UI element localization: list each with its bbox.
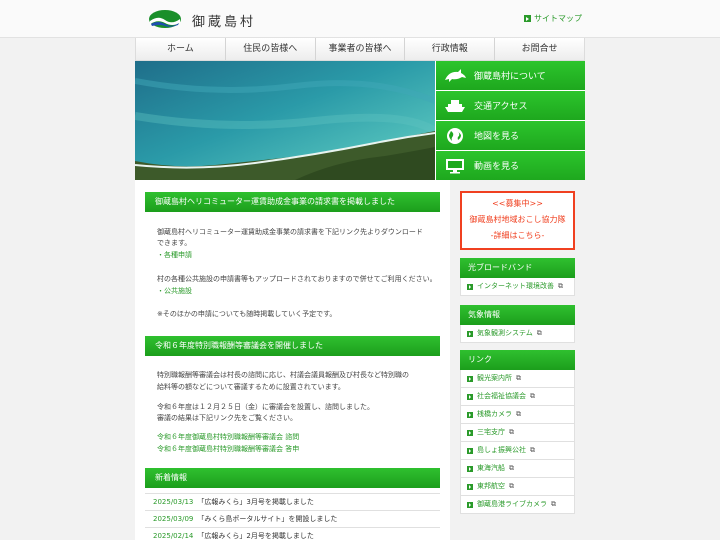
sitemap-link[interactable]: サイトマップ	[524, 13, 582, 24]
recruit-line-2: 御蔵島村地域おこし協力隊	[469, 215, 566, 224]
sidebar-item-label: 桟橋カメラ	[477, 410, 512, 418]
external-link-icon: ⧉	[558, 282, 563, 290]
news-text: 「みくら島ポータルサイト」を開設しました	[197, 515, 338, 523]
village-logo[interactable]	[148, 9, 182, 29]
recruit-banner[interactable]: <<募集中>> 御蔵島村地域おこし協力隊 -詳細はこちら-	[460, 191, 575, 250]
news-item[interactable]: 2025/02/14 「広報みくら」2月号を掲載しました	[145, 527, 440, 540]
news-list: 2025/03/13 「広報みくら」3月号を掲載しました 2025/03/09 「み…	[145, 493, 440, 540]
arrow-bullet-icon	[467, 283, 473, 290]
sidebar-item-port-live-camera[interactable]: 御蔵島港ライブカメラ ⧉	[460, 496, 575, 514]
arrow-bullet-icon	[467, 375, 473, 382]
news-date: 2025/02/14	[153, 532, 194, 540]
quick-links: 御蔵島村について 交通アクセス 地図を見る 動画を見る	[435, 61, 585, 180]
nav-businesses[interactable]: 事業者の皆様へ	[314, 38, 405, 60]
news-date: 2025/03/09	[153, 515, 194, 523]
sidebar-item-label: 社会福祉協議会	[477, 392, 526, 400]
sidebar-item-island-corp[interactable]: 島しょ振興公社 ⧉	[460, 442, 575, 460]
sidebar-heading-broadband: 光ブロードバンド	[460, 258, 575, 278]
link-council-inquiry[interactable]: 令和６年度御蔵島村特別職報酬等審議会 諮問	[157, 431, 299, 443]
heli-paragraph-3: ※そのほかの申請についても随時掲載していく予定です。	[157, 310, 337, 318]
heli-paragraph-1a: 御蔵島村ヘリコミューター運賃助成金事業の請求書を下記リンク先よりダウンロード	[157, 228, 423, 236]
council-paragraph-2b: 審議の結果は下記リンク先をご覧ください。	[157, 414, 297, 422]
sidebar-item-internet[interactable]: インターネット環境改善 ⧉	[460, 278, 575, 296]
site-header: 御蔵島村 サイトマップ	[0, 0, 720, 38]
arrow-bullet-icon	[467, 429, 473, 436]
council-paragraph-1b: 給料等の額などについて審議するために設置されています。	[157, 383, 345, 391]
external-link-icon: ⧉	[551, 500, 556, 508]
global-nav: ホーム 住民の皆様へ 事業者の皆様へ 行政情報 お問合せ	[135, 38, 585, 61]
site-title[interactable]: 御蔵島村	[192, 11, 256, 30]
monitor-icon	[436, 158, 474, 174]
recruit-line-1: <<募集中>>	[492, 199, 543, 208]
section-title-heli: 御蔵島村ヘリコミューター運賃助成金事業の請求書を掲載しました	[145, 192, 440, 212]
quick-link-about[interactable]: 御蔵島村について	[435, 61, 585, 91]
nav-contact[interactable]: お問合せ	[494, 38, 584, 60]
arrow-bullet-icon	[524, 15, 531, 22]
sidebar-item-welfare[interactable]: 社会福祉協議会 ⧉	[460, 388, 575, 406]
sidebar-item-tourist-info[interactable]: 観光案内所 ⧉	[460, 370, 575, 388]
quick-link-label: 動画を見る	[474, 162, 520, 172]
hero-image	[135, 61, 435, 180]
dolphin-icon	[436, 68, 474, 84]
sidebar-item-label: 東邦航空	[477, 482, 505, 490]
nav-residents[interactable]: 住民の皆様へ	[224, 38, 315, 60]
council-paragraph-1a: 特別職報酬等審議会は村長の諮問に応じ、村議会議員報酬及び村長など特別職の	[157, 371, 409, 379]
news-text: 「広報みくら」3月号を掲載しました	[197, 498, 314, 506]
section-title-news: 新着情報	[145, 468, 440, 488]
sidebar-heading-links: リンク	[460, 350, 575, 370]
sidebar-item-toho-air[interactable]: 東邦航空 ⧉	[460, 478, 575, 496]
quick-link-access[interactable]: 交通アクセス	[435, 91, 585, 121]
news-text: 「広報みくら」2月号を掲載しました	[197, 532, 314, 540]
sidebar-item-label: 三宅支庁	[477, 428, 505, 436]
external-link-icon: ⧉	[516, 410, 521, 418]
sidebar-item-weather-system[interactable]: 気象観測システム ⧉	[460, 325, 575, 343]
quick-link-video[interactable]: 動画を見る	[435, 151, 585, 180]
external-link-icon: ⧉	[509, 482, 514, 490]
arrow-bullet-icon	[467, 501, 473, 508]
heli-paragraph-2: 村の各種公共施設の申請書等もアップロードされておりますので併せてご利用ください。	[157, 275, 437, 283]
link-council-report[interactable]: 令和６年度御蔵島村特別職報酬等審議会 答申	[157, 443, 299, 455]
news-item[interactable]: 2025/03/09 「みくら島ポータルサイト」を開設しました	[145, 510, 440, 527]
quick-link-label: 御蔵島村について	[474, 72, 546, 82]
sidebar-item-label: 御蔵島港ライブカメラ	[477, 500, 547, 508]
ship-icon	[436, 98, 474, 114]
external-link-icon: ⧉	[516, 374, 521, 382]
main-content: 御蔵島村ヘリコミューター運賃助成金事業の請求書を掲載しました 御蔵島村ヘリコミュ…	[135, 180, 450, 540]
sidebar-item-label: インターネット環境改善	[477, 282, 554, 290]
sidebar-item-miyake-office[interactable]: 三宅支庁 ⧉	[460, 424, 575, 442]
nav-administration[interactable]: 行政情報	[404, 38, 494, 60]
arrow-bullet-icon	[467, 465, 473, 472]
arrow-bullet-icon	[467, 411, 473, 418]
news-date: 2025/03/13	[153, 498, 194, 506]
link-public-facilities[interactable]: ・公共施設	[157, 285, 192, 297]
external-link-icon: ⧉	[509, 428, 514, 436]
external-link-icon: ⧉	[530, 446, 535, 454]
sidebar-item-label: 島しょ振興公社	[477, 446, 526, 454]
arrow-bullet-icon	[467, 393, 473, 400]
link-applications[interactable]: ・各種申請	[157, 249, 192, 261]
quick-link-label: 交通アクセス	[474, 102, 528, 112]
external-link-icon: ⧉	[530, 392, 535, 400]
arrow-bullet-icon	[467, 483, 473, 490]
sidebar-item-tokai-kisen[interactable]: 東海汽船 ⧉	[460, 460, 575, 478]
sidebar-item-label: 観光案内所	[477, 374, 512, 382]
recruit-line-3: -詳細はこちら-	[490, 231, 545, 240]
external-link-icon: ⧉	[536, 329, 542, 337]
arrow-bullet-icon	[467, 330, 473, 337]
quick-link-label: 地図を見る	[474, 132, 520, 142]
heli-paragraph-1b: できます。	[157, 239, 192, 247]
sidebar-heading-weather: 気象情報	[460, 305, 575, 325]
sitemap-label: サイトマップ	[534, 14, 582, 23]
sidebar-item-label: 東海汽船	[477, 464, 505, 472]
globe-icon	[436, 127, 474, 145]
nav-home[interactable]: ホーム	[136, 38, 225, 60]
sidebar-item-label: 気象観測システム	[477, 329, 533, 337]
news-item[interactable]: 2025/03/13 「広報みくら」3月号を掲載しました	[145, 493, 440, 510]
external-link-icon: ⧉	[509, 464, 514, 472]
sidebar-item-pier-camera[interactable]: 桟橋カメラ ⧉	[460, 406, 575, 424]
quick-link-map[interactable]: 地図を見る	[435, 121, 585, 151]
arrow-bullet-icon	[467, 447, 473, 454]
section-title-council: 令和６年度特別職報酬等審議会を開催しました	[145, 336, 440, 356]
